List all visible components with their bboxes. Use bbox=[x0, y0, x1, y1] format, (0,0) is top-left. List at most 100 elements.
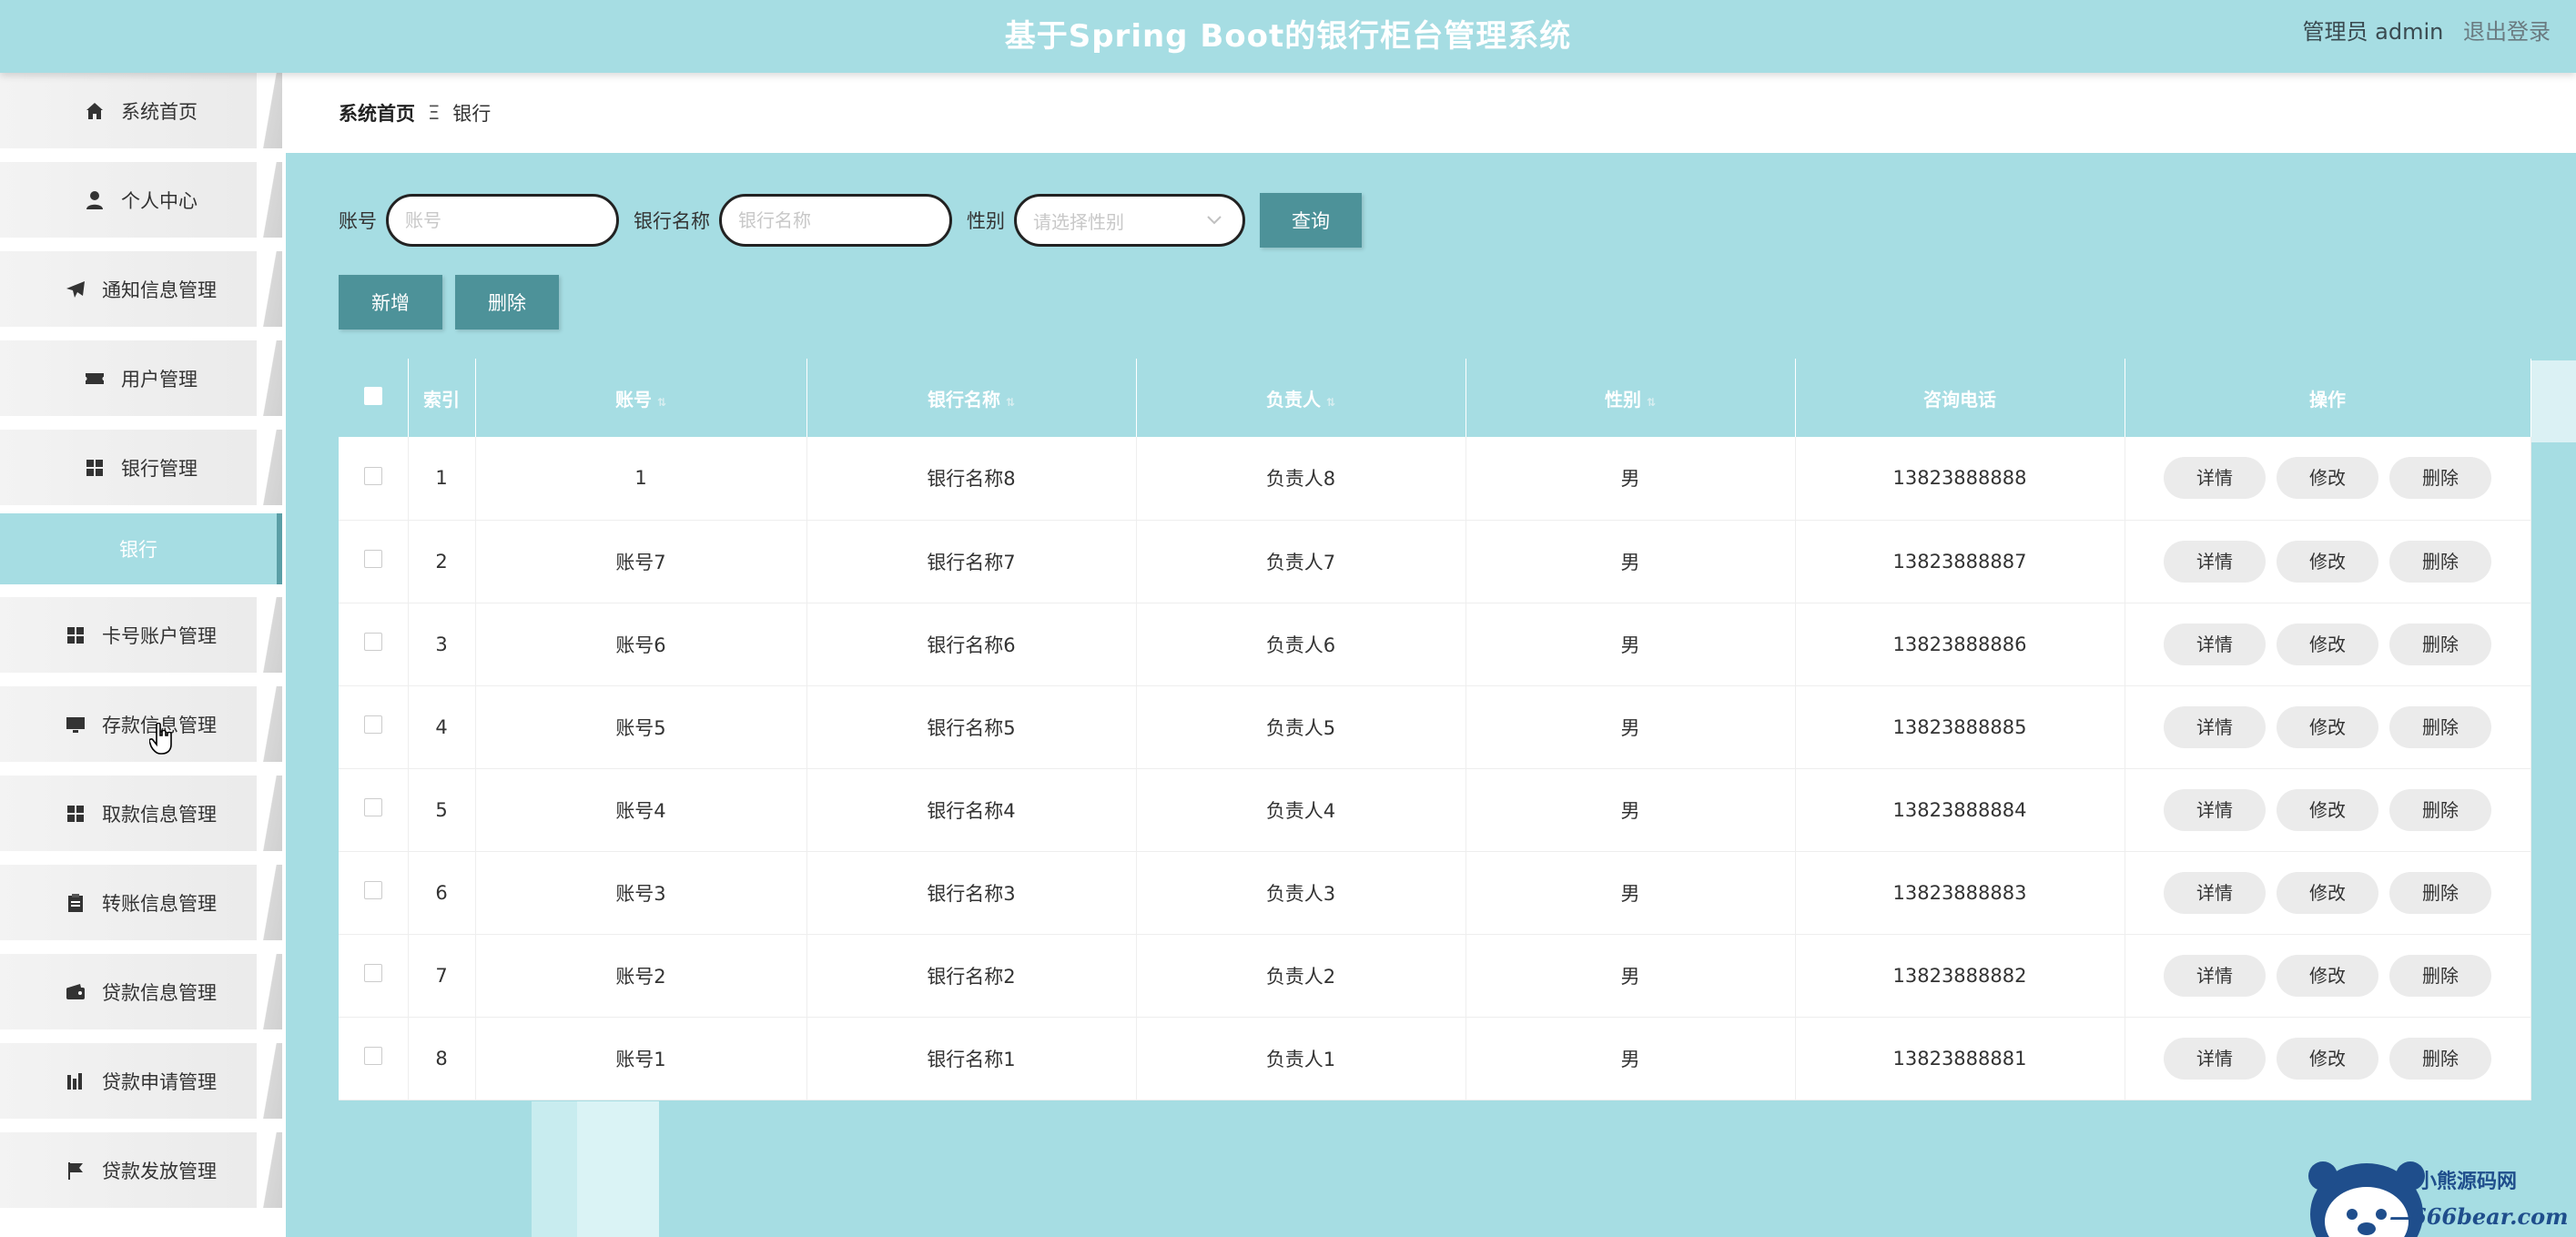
sidebar-item-2[interactable]: 通知信息管理 bbox=[0, 251, 282, 327]
cell-operations: 详情 修改 删除 bbox=[2125, 520, 2531, 603]
header-manager[interactable]: 负责人 ⇅ bbox=[1136, 359, 1466, 437]
account-label: 账号 bbox=[339, 210, 377, 232]
edit-button[interactable]: 修改 bbox=[2277, 623, 2378, 665]
breadcrumb-separator-icon: Ξ bbox=[428, 102, 441, 124]
logout-link[interactable]: 退出登录 bbox=[2463, 19, 2551, 45]
delete-button[interactable]: 删除 bbox=[2389, 788, 2491, 831]
cell-manager: 负责人5 bbox=[1136, 685, 1466, 769]
user-area: 管理员 admin 退出登录 bbox=[2303, 14, 2551, 46]
header-gender[interactable]: 性别 ⇅ bbox=[1465, 359, 1796, 437]
header-gender-label: 性别 bbox=[1604, 388, 1641, 411]
sidebar-item-0[interactable]: 系统首页 bbox=[0, 73, 282, 148]
sidebar-item-4[interactable]: 银行管理 bbox=[0, 430, 282, 505]
edit-button[interactable]: 修改 bbox=[2277, 954, 2378, 997]
sidebar-item-label: 转账信息管理 bbox=[102, 892, 217, 915]
grid-icon bbox=[66, 804, 86, 824]
sidebar-subitem-bank[interactable]: 银行 bbox=[0, 513, 282, 584]
row-checkbox[interactable] bbox=[363, 964, 382, 982]
sidebar-item-6[interactable]: 存款信息管理 bbox=[0, 686, 282, 762]
edit-button[interactable]: 修改 bbox=[2277, 705, 2378, 748]
edit-button[interactable]: 修改 bbox=[2277, 1037, 2378, 1080]
delete-button[interactable]: 删除 bbox=[2389, 705, 2491, 748]
bank-name-label: 银行名称 bbox=[634, 210, 710, 232]
detail-button[interactable]: 详情 bbox=[2164, 954, 2266, 997]
detail-button[interactable]: 详情 bbox=[2164, 871, 2266, 914]
edit-button[interactable]: 修改 bbox=[2277, 457, 2378, 500]
grid-icon bbox=[66, 625, 86, 645]
cell-phone: 13823888885 bbox=[1795, 685, 2125, 769]
sort-icon: ⇅ bbox=[1005, 395, 1016, 409]
hand-cursor-icon bbox=[149, 723, 172, 755]
table-row: 7 账号2 银行名称2 负责人2 男 13823888882 详情 修改 删除 bbox=[339, 934, 2531, 1018]
sidebar-item-5[interactable]: 卡号账户管理 bbox=[0, 597, 282, 673]
row-checkbox[interactable] bbox=[363, 1047, 382, 1065]
edit-button[interactable]: 修改 bbox=[2277, 871, 2378, 914]
sidebar-item-9[interactable]: 贷款信息管理 bbox=[0, 954, 282, 1029]
cell-index: 7 bbox=[408, 934, 476, 1018]
cell-index: 4 bbox=[408, 685, 476, 769]
cell-phone: 13823888886 bbox=[1795, 603, 2125, 686]
cell-index: 1 bbox=[408, 437, 476, 521]
edit-button[interactable]: 修改 bbox=[2277, 788, 2378, 831]
detail-button[interactable]: 详情 bbox=[2164, 705, 2266, 748]
row-checkbox[interactable] bbox=[363, 798, 382, 816]
row-select-cell bbox=[339, 520, 409, 603]
user-icon bbox=[85, 190, 105, 210]
sidebar-item-3[interactable]: 用户管理 bbox=[0, 340, 282, 416]
row-checkbox[interactable] bbox=[363, 466, 382, 485]
edit-button[interactable]: 修改 bbox=[2277, 540, 2378, 583]
row-checkbox[interactable] bbox=[363, 715, 382, 734]
detail-button[interactable]: 详情 bbox=[2164, 457, 2266, 500]
cell-operations: 详情 修改 删除 bbox=[2125, 768, 2531, 852]
sidebar-item-11[interactable]: 贷款发放管理 bbox=[0, 1132, 282, 1208]
gender-select[interactable]: 请选择性别 bbox=[1014, 194, 1245, 247]
row-checkbox[interactable] bbox=[363, 633, 382, 651]
delete-button[interactable]: 删除 bbox=[2389, 457, 2491, 500]
sidebar-item-1[interactable]: 个人中心 bbox=[0, 162, 282, 238]
cell-manager: 负责人8 bbox=[1136, 437, 1466, 521]
grid-icon bbox=[85, 458, 105, 478]
bank-name-search-input[interactable] bbox=[719, 194, 952, 247]
delete-button[interactable]: 删除 bbox=[2389, 1037, 2491, 1080]
flag-icon bbox=[66, 1161, 86, 1181]
header-account[interactable]: 账号 ⇅ bbox=[475, 359, 807, 437]
add-button[interactable]: 新增 bbox=[339, 275, 442, 330]
delete-button[interactable]: 删除 bbox=[2389, 954, 2491, 997]
wallet-icon bbox=[66, 982, 86, 1002]
gender-select-placeholder: 请选择性别 bbox=[1033, 210, 1124, 233]
ticket-icon bbox=[85, 369, 105, 389]
detail-button[interactable]: 详情 bbox=[2164, 540, 2266, 583]
sidebar-item-8[interactable]: 转账信息管理 bbox=[0, 865, 282, 940]
cell-manager: 负责人2 bbox=[1136, 934, 1466, 1018]
clipboard-icon bbox=[66, 893, 86, 913]
breadcrumb-home[interactable]: 系统首页 bbox=[339, 99, 415, 127]
delete-button[interactable]: 删除 bbox=[2389, 540, 2491, 583]
detail-button[interactable]: 详情 bbox=[2164, 623, 2266, 665]
delete-button[interactable]: 删除 bbox=[2389, 871, 2491, 914]
row-select-cell bbox=[339, 934, 409, 1018]
cell-index: 8 bbox=[408, 1017, 476, 1100]
batch-delete-button[interactable]: 删除 bbox=[455, 275, 559, 330]
cell-bank: 银行名称1 bbox=[806, 1017, 1137, 1100]
row-checkbox[interactable] bbox=[363, 881, 382, 899]
sidebar-item-10[interactable]: 贷款申请管理 bbox=[0, 1043, 282, 1119]
search-button[interactable]: 查询 bbox=[1260, 193, 1362, 248]
account-search-input[interactable] bbox=[386, 194, 619, 247]
cell-account: 账号2 bbox=[475, 934, 807, 1018]
detail-button[interactable]: 详情 bbox=[2164, 788, 2266, 831]
row-select-cell bbox=[339, 851, 409, 935]
select-all-checkbox[interactable] bbox=[363, 386, 382, 405]
delete-button[interactable]: 删除 bbox=[2389, 623, 2491, 665]
cell-phone: 13823888883 bbox=[1795, 851, 2125, 935]
table-row: 8 账号1 银行名称1 负责人1 男 13823888881 详情 修改 删除 bbox=[339, 1017, 2531, 1100]
header-bank[interactable]: 银行名称 ⇅ bbox=[806, 359, 1137, 437]
cell-phone: 13823888882 bbox=[1795, 934, 2125, 1018]
gender-label: 性别 bbox=[967, 210, 1005, 232]
header-phone: 咨询电话 bbox=[1795, 359, 2125, 437]
detail-button[interactable]: 详情 bbox=[2164, 1037, 2266, 1080]
row-checkbox[interactable] bbox=[363, 550, 382, 568]
sidebar-item-7[interactable]: 取款信息管理 bbox=[0, 776, 282, 851]
sidebar-item-label: 通知信息管理 bbox=[102, 279, 217, 301]
sidebar-item-label: 贷款信息管理 bbox=[102, 981, 217, 1004]
home-icon bbox=[85, 101, 105, 121]
